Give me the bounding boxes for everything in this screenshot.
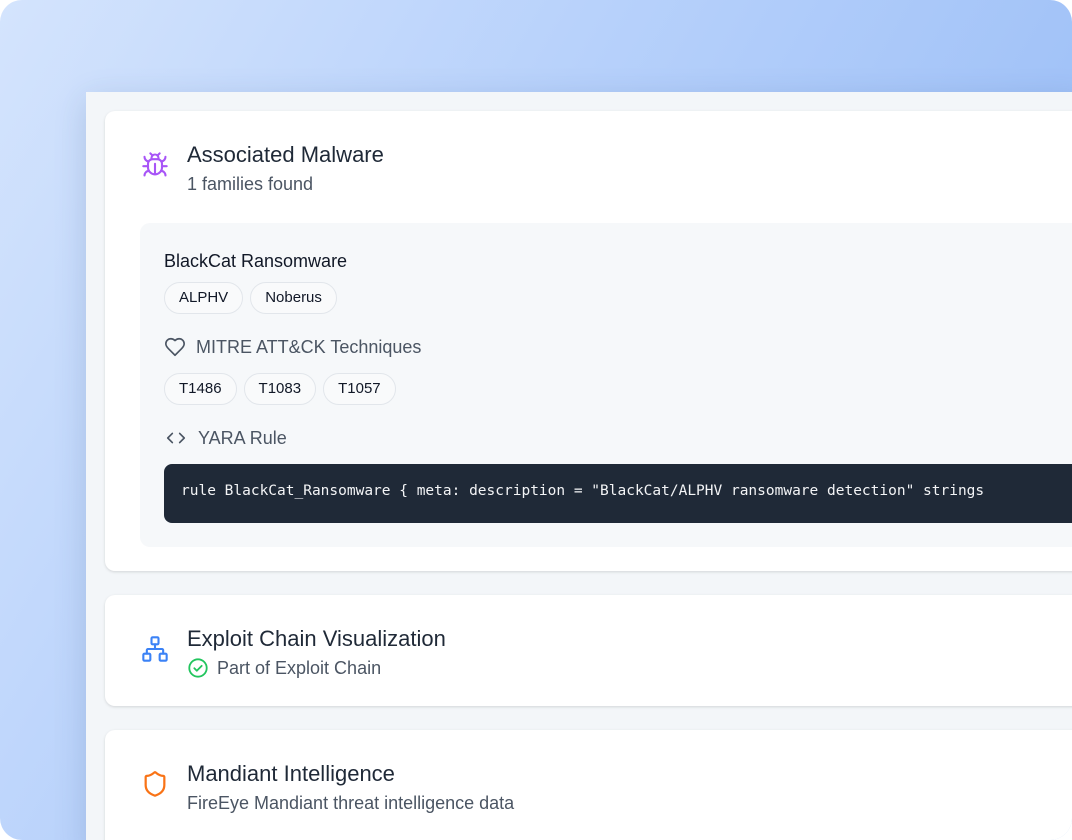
alias-list: ALPHV Noberus	[164, 282, 337, 314]
malware-family-entry: BlackCat Ransomware ALPHV Noberus MITRE …	[140, 223, 1072, 547]
network-icon	[142, 636, 168, 662]
chain-header-text: Exploit Chain Visualization Part of Expl…	[187, 625, 446, 680]
check-circle-icon	[188, 658, 208, 678]
yara-section-label: YARA Rule	[164, 426, 287, 450]
mitre-section-label: MITRE ATT&CK Techniques	[164, 335, 421, 359]
card-title: Associated Malware	[187, 142, 384, 167]
background-frame: Associated Malware 1 families found Blac…	[0, 0, 1072, 840]
card-subtitle: 1 families found	[187, 174, 314, 194]
mandiant-header-text: Mandiant Intelligence FireEye Mandiant t…	[187, 760, 514, 815]
bug-icon	[142, 152, 168, 177]
alias-badge: ALPHV	[164, 282, 244, 314]
yara-rule-text: rule BlackCat_Ransomware { meta: descrip…	[181, 483, 985, 499]
associated-malware-card: Associated Malware 1 families found Blac…	[105, 111, 1072, 571]
heart-icon	[165, 337, 185, 357]
card-title: Mandiant Intelligence	[187, 761, 395, 786]
family-name: BlackCat Ransomware	[164, 251, 348, 271]
chain-status-text: Part of Exploit Chain	[217, 658, 382, 678]
yara-rule-code-block[interactable]: rule BlackCat_Ransomware { meta: descrip…	[164, 464, 1072, 523]
chain-status: Part of Exploit Chain	[187, 656, 446, 680]
code-icon	[166, 432, 186, 444]
shield-icon	[144, 771, 166, 797]
malware-header-text: Associated Malware 1 families found	[187, 141, 384, 196]
mandiant-intelligence-card[interactable]: Mandiant Intelligence FireEye Mandiant t…	[105, 730, 1072, 840]
card-subtitle: FireEye Mandiant threat intelligence dat…	[187, 793, 515, 813]
alias-badge: Noberus	[250, 282, 337, 314]
technique-list: T1486 T1083 T1057	[164, 373, 396, 405]
technique-badge[interactable]: T1057	[323, 373, 396, 405]
content-panel: Associated Malware 1 families found Blac…	[86, 92, 1072, 840]
mitre-label-text: MITRE ATT&CK Techniques	[196, 336, 422, 357]
technique-badge[interactable]: T1486	[164, 373, 237, 405]
exploit-chain-card[interactable]: Exploit Chain Visualization Part of Expl…	[105, 595, 1072, 706]
technique-badge[interactable]: T1083	[243, 373, 317, 405]
yara-label-text: YARA Rule	[198, 427, 287, 448]
card-title: Exploit Chain Visualization	[187, 626, 446, 651]
